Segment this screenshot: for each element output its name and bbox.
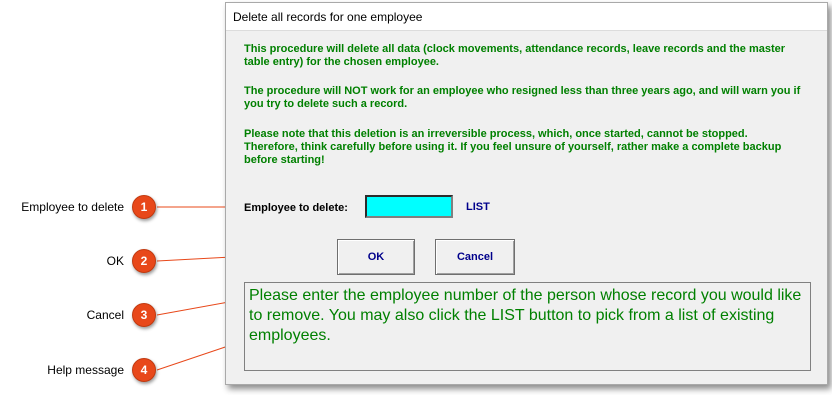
delete-employee-dialog: Delete all records for one employee This…: [225, 2, 828, 385]
callout-label-4: Help message: [47, 363, 124, 377]
callout-badge-2: 2: [132, 249, 156, 273]
cancel-button[interactable]: Cancel: [435, 239, 515, 275]
help-message-box: Please enter the employee number of the …: [244, 282, 811, 371]
callout-badge-4: 4: [132, 358, 156, 382]
info-paragraph-2: The procedure will NOT work for an emplo…: [244, 85, 801, 110]
info-paragraph-1: This procedure will delete all data (clo…: [244, 43, 786, 68]
list-button[interactable]: LIST: [466, 201, 490, 213]
callout-label-1: Employee to delete: [21, 200, 124, 214]
employee-to-delete-input[interactable]: [365, 195, 453, 218]
callout-badge-3: 3: [132, 303, 156, 327]
info-paragraph-3: Please note that this deletion is an irr…: [244, 128, 782, 166]
callout-label-2: OK: [106, 254, 124, 268]
callout-label-3: Cancel: [86, 308, 124, 322]
callout-badge-1: 1: [132, 195, 156, 219]
employee-to-delete-label: Employee to delete:: [244, 202, 348, 214]
dialog-title: Delete all records for one employee: [233, 10, 423, 24]
help-message-text: Please enter the employee number of the …: [249, 287, 802, 344]
dialog-titlebar[interactable]: Delete all records for one employee: [226, 3, 827, 31]
ok-button[interactable]: OK: [337, 239, 415, 275]
